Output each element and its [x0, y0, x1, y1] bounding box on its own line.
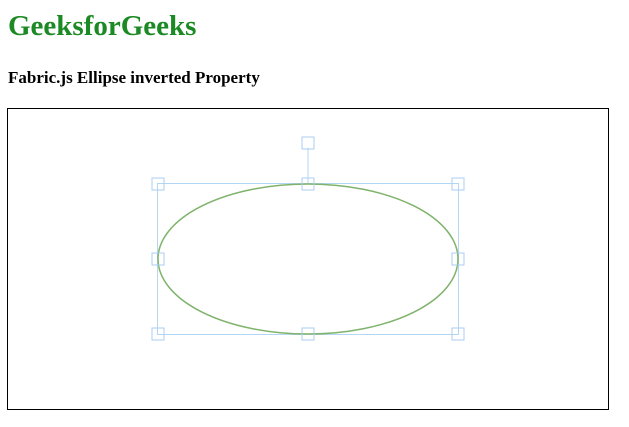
- canvas-drawing: [151, 136, 465, 341]
- fabric-canvas[interactable]: [7, 108, 609, 410]
- rotate-control[interactable]: [301, 136, 315, 150]
- ellipse-object[interactable]: [157, 183, 459, 335]
- page-subtitle: Fabric.js Ellipse inverted Property: [8, 68, 260, 87]
- site-title: GeeksforGeeks: [8, 10, 197, 42]
